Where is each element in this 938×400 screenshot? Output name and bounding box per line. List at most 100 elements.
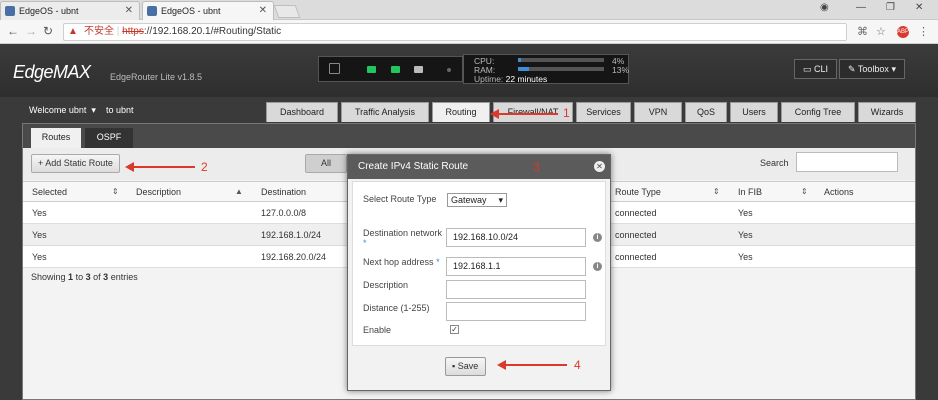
welcome-menu[interactable]: Welcome ubnt ▾ to ubnt bbox=[29, 105, 133, 116]
distance-label: Distance (1-255) bbox=[363, 303, 430, 313]
cell-route-type: connected bbox=[615, 230, 657, 240]
subtab-routes[interactable]: Routes bbox=[31, 128, 81, 148]
bookmark-star-icon[interactable]: ☆ bbox=[876, 25, 886, 38]
col-in-fib[interactable]: In FIB bbox=[738, 187, 762, 197]
next-hop-input[interactable]: 192.168.1.1 bbox=[446, 257, 586, 276]
info-icon[interactable]: i bbox=[593, 233, 602, 242]
sort-icon[interactable]: ⇕ bbox=[801, 187, 808, 196]
cell-in-fib: Yes bbox=[738, 208, 753, 218]
annotation-number: 2 bbox=[201, 160, 208, 174]
port-up-icon bbox=[391, 66, 400, 73]
ram-bar bbox=[518, 67, 604, 71]
annotation-number: 3 bbox=[533, 160, 540, 174]
description-input[interactable] bbox=[446, 280, 586, 299]
tab-qos[interactable]: QoS bbox=[685, 102, 727, 122]
close-icon[interactable]: ✕ bbox=[594, 161, 605, 172]
cell-in-fib: Yes bbox=[738, 230, 753, 240]
user-icon[interactable]: ◉ bbox=[820, 2, 829, 13]
floppy-disk-icon: ▪ bbox=[452, 361, 456, 371]
tab-wizards[interactable]: Wizards bbox=[858, 102, 916, 122]
back-icon[interactable]: ← bbox=[7, 24, 19, 38]
subtab-ospf[interactable]: OSPF bbox=[85, 128, 133, 148]
col-destination[interactable]: Destination bbox=[261, 187, 306, 197]
tab-vpn[interactable]: VPN bbox=[634, 102, 682, 122]
url-input[interactable]: ▲ 不安全 | https://192.168.20.1/#Routing/St… bbox=[63, 23, 847, 41]
port-up-icon bbox=[367, 66, 376, 73]
welcome-to-label: to ubnt bbox=[105, 105, 134, 115]
add-static-route-button[interactable]: + Add Static Route bbox=[31, 154, 120, 173]
cell-selected: Yes bbox=[32, 208, 47, 218]
warning-icon: ▲ bbox=[68, 26, 78, 37]
uptime-stat: Uptime: 22 minutes bbox=[474, 74, 634, 84]
browser-tab-active[interactable]: EdgeOS - ubnt ✕ bbox=[142, 1, 274, 20]
cell-selected: Yes bbox=[32, 252, 47, 262]
annotation-number: 1 bbox=[563, 106, 570, 120]
destination-network-input[interactable]: 192.168.10.0/24 bbox=[446, 228, 586, 247]
sort-asc-icon[interactable]: ▲ bbox=[235, 187, 243, 196]
showing-to: 3 bbox=[85, 272, 91, 282]
col-route-type[interactable]: Route Type bbox=[615, 187, 661, 197]
close-tab-icon[interactable]: ✕ bbox=[259, 2, 267, 20]
ram-stat: RAM: 13% bbox=[474, 65, 634, 75]
filter-all-button[interactable]: All bbox=[305, 154, 347, 173]
search-input[interactable] bbox=[796, 152, 898, 172]
forward-icon[interactable]: → bbox=[25, 24, 37, 38]
close-tab-icon[interactable]: ✕ bbox=[125, 2, 133, 20]
caret-down-icon: ▾ bbox=[88, 105, 104, 115]
uptime-value: 22 minutes bbox=[505, 74, 548, 84]
dialog-form: Select Route Type Gateway ▾ Destination … bbox=[352, 181, 606, 346]
cell-route-type: connected bbox=[615, 208, 657, 218]
close-window-icon[interactable]: ✕ bbox=[915, 2, 923, 13]
annotation-arrow bbox=[125, 162, 195, 172]
dialog-header: Create IPv4 Static Route ✕ bbox=[348, 155, 610, 179]
sort-icon[interactable]: ⇕ bbox=[112, 187, 119, 196]
showing-prefix: Showing bbox=[31, 272, 66, 282]
translate-icon[interactable]: ⌘ bbox=[857, 25, 868, 38]
tab-routing[interactable]: Routing bbox=[432, 102, 490, 122]
cli-button[interactable]: ▭ CLI bbox=[794, 59, 838, 79]
dialog-title: Create IPv4 Static Route bbox=[358, 161, 469, 172]
wrench-icon: ✎ bbox=[848, 64, 856, 74]
url-scheme: https bbox=[122, 26, 144, 37]
address-bar-row: ← → ↻ ▲ 不安全 | https://192.168.20.1/#Rout… bbox=[0, 20, 938, 44]
menu-icon[interactable]: ⋮ bbox=[918, 25, 929, 38]
route-type-select[interactable]: Gateway ▾ bbox=[447, 193, 507, 207]
tab-dashboard[interactable]: Dashboard bbox=[266, 102, 338, 122]
tab-config-tree[interactable]: Config Tree bbox=[781, 102, 855, 122]
led-icon bbox=[447, 68, 451, 72]
col-description[interactable]: Description bbox=[136, 187, 181, 197]
col-selected[interactable]: Selected bbox=[32, 187, 67, 197]
adblock-icon[interactable]: ABP bbox=[897, 26, 909, 38]
cell-selected: Yes bbox=[32, 230, 47, 240]
tab-services[interactable]: Services bbox=[576, 102, 631, 122]
tab-firewall-nat[interactable]: Firewall/NAT bbox=[493, 102, 573, 122]
toolbox-button[interactable]: ✎ Toolbox ▾ bbox=[839, 59, 905, 79]
console-port-icon bbox=[329, 63, 340, 74]
port-down-icon bbox=[414, 66, 423, 73]
reload-icon[interactable]: ↻ bbox=[43, 24, 53, 38]
system-stats: CPU: 4% RAM: 13% Uptime: 22 minutes bbox=[463, 54, 629, 84]
restore-icon[interactable]: ❐ bbox=[886, 2, 895, 13]
showing-of-word: of bbox=[93, 272, 101, 282]
distance-input[interactable] bbox=[446, 302, 586, 321]
app-header: EdgeMAX EdgeRouter Lite v1.8.5 CPU: 4% R… bbox=[0, 45, 938, 97]
main-nav: Welcome ubnt ▾ to ubnt Dashboard Traffic… bbox=[0, 97, 938, 123]
new-tab-button[interactable] bbox=[273, 5, 301, 18]
tab-users[interactable]: Users bbox=[730, 102, 778, 122]
browser-tab[interactable]: EdgeOS - ubnt ✕ bbox=[0, 1, 140, 20]
plus-icon: + bbox=[38, 158, 44, 168]
minimize-icon[interactable]: — bbox=[856, 2, 866, 13]
sort-icon[interactable]: ⇕ bbox=[713, 187, 720, 196]
ram-bar-fill bbox=[518, 67, 530, 71]
cell-route-type: connected bbox=[615, 252, 657, 262]
destination-network-label: Destination network * bbox=[363, 228, 443, 248]
caret-down-icon: ▾ bbox=[498, 195, 503, 205]
tab-traffic-analysis[interactable]: Traffic Analysis bbox=[341, 102, 429, 122]
enable-checkbox[interactable]: ✓ bbox=[450, 325, 459, 334]
url-text: ://192.168.20.1/#Routing/Static bbox=[143, 26, 282, 37]
save-button[interactable]: ▪ Save bbox=[445, 357, 487, 376]
uptime-label: Uptime: bbox=[474, 74, 504, 84]
router-model: EdgeRouter Lite v1.8.5 bbox=[110, 72, 203, 82]
col-actions: Actions bbox=[824, 187, 854, 197]
info-icon[interactable]: i bbox=[593, 262, 602, 271]
